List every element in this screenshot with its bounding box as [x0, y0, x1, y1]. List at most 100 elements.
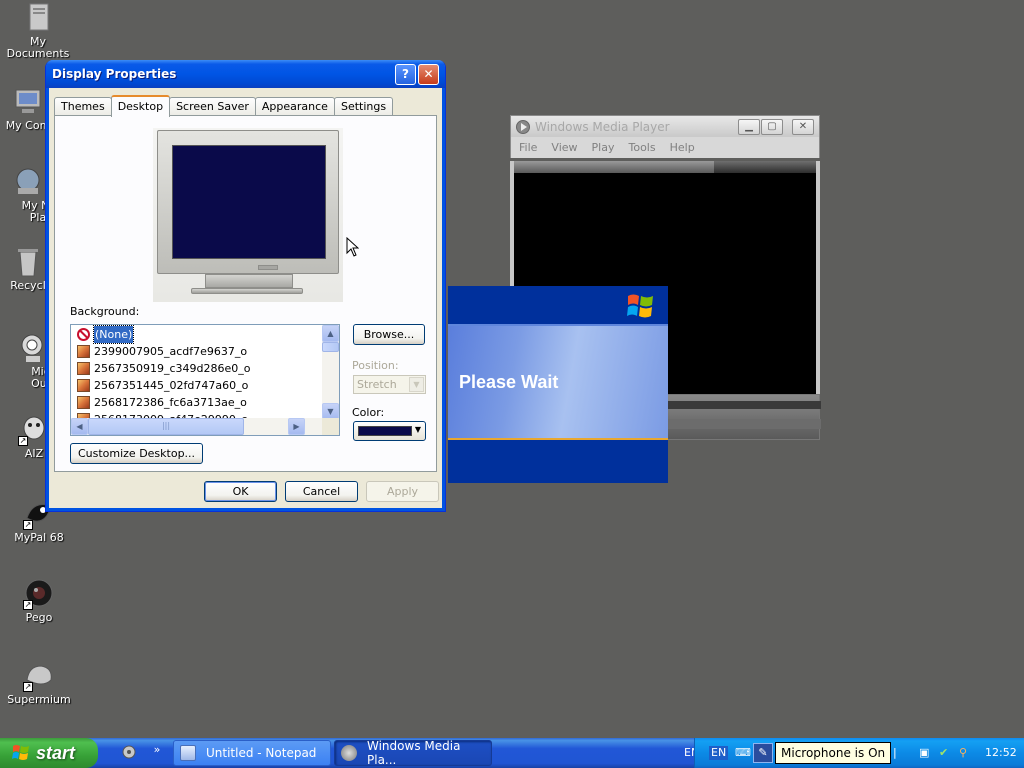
desktop-tab-panel: Background: (None) 2399007905_acdf7e9637… — [54, 115, 437, 472]
position-value: Stretch — [357, 378, 397, 391]
my-computer-icon — [12, 86, 44, 118]
position-select[interactable]: Stretch ▼ — [353, 375, 426, 394]
apply-button[interactable]: Apply — [366, 481, 439, 502]
clock[interactable]: 12:52 — [985, 738, 1017, 768]
background-listbox[interactable]: (None) 2399007905_acdf7e9637_o 256735091… — [70, 324, 340, 436]
video-toolstrip — [514, 161, 816, 173]
desktop-icon-my-documents[interactable]: My Documents — [0, 2, 76, 60]
list-item[interactable]: (None) — [73, 325, 321, 344]
list-item[interactable]: 2568172386_fc6a3713ae_o — [73, 394, 321, 411]
tray-separator: | — [893, 746, 897, 759]
supermium-icon: ↗ — [23, 660, 55, 692]
preview-screen — [172, 145, 326, 259]
media-player-titlebar[interactable]: Windows Media Player ▁ ▢ ✕ — [510, 115, 820, 137]
chevron-down-icon: ▼ — [414, 425, 421, 434]
browse-button[interactable]: Browse... — [353, 324, 425, 345]
ok-button[interactable]: OK — [204, 481, 277, 502]
customize-desktop-button[interactable]: Customize Desktop... — [70, 443, 203, 464]
color-picker-button[interactable]: ▼ — [353, 421, 426, 441]
list-item-label: 2568172386_fc6a3713ae_o — [94, 396, 247, 409]
keyboard-icon[interactable]: ⌨ — [735, 738, 751, 768]
microphone-icon[interactable]: ✎ — [753, 743, 773, 763]
menu-play[interactable]: Play — [592, 141, 615, 154]
maximize-icon: ▢ — [767, 121, 777, 132]
chevron-left-icon: ◀ — [76, 422, 83, 431]
windows-logo-icon — [12, 745, 29, 760]
scroll-up-button[interactable]: ▲ — [322, 325, 339, 342]
close-button[interactable]: ✕ — [418, 63, 439, 85]
cancel-button[interactable]: Cancel — [285, 481, 358, 502]
minimize-button[interactable]: ▁ — [738, 118, 760, 135]
pego-icon: ↗ — [23, 578, 55, 610]
shortcut-arrow-icon: ↗ — [23, 682, 33, 692]
shortcut-arrow-icon: ↗ — [23, 520, 33, 530]
mouse-cursor-icon — [346, 237, 359, 257]
desktop-icon-label: Supermium — [7, 693, 71, 706]
menu-file[interactable]: File — [519, 141, 537, 154]
background-list: (None) 2399007905_acdf7e9637_o 256735091… — [73, 325, 321, 428]
splash-header — [448, 286, 668, 326]
list-item-label: 2567350919_c349d286e0_o — [94, 362, 251, 375]
scroll-right-button[interactable]: ▶ — [288, 418, 305, 435]
menu-help[interactable]: Help — [670, 141, 695, 154]
maximize-button[interactable]: ▢ — [761, 118, 783, 135]
desktop-icon-pego[interactable]: ↗ Pego — [1, 578, 77, 624]
close-button[interactable]: ✕ — [792, 118, 814, 135]
close-icon: ✕ — [798, 121, 808, 132]
tab-screen-saver[interactable]: Screen Saver — [169, 97, 256, 116]
desktop-icon-label: My Documents — [6, 35, 70, 60]
list-item[interactable]: 2567351445_02fd747a60_o — [73, 377, 321, 394]
shortcut-arrow-icon: ↗ — [23, 600, 33, 610]
start-button[interactable]: start — [0, 738, 98, 768]
horizontal-scrollbar[interactable]: ◀ ||| ▶ — [71, 418, 322, 435]
windows-logo-icon — [627, 294, 653, 318]
desktop-icon-label: MyPal 68 — [14, 531, 64, 544]
monitor-base — [191, 288, 303, 294]
color-swatch — [358, 426, 412, 436]
scroll-left-button[interactable]: ◀ — [71, 418, 88, 435]
image-file-icon — [77, 379, 90, 392]
menu-tools[interactable]: Tools — [628, 141, 655, 154]
scroll-thumb[interactable]: ||| — [88, 418, 244, 435]
list-item-label: 2567351445_02fd747a60_o — [94, 379, 249, 392]
menu-view[interactable]: View — [551, 141, 577, 154]
display-properties-window[interactable]: Display Properties ? ✕ Themes Desktop Sc… — [45, 60, 446, 512]
quicklaunch-expand-icon[interactable]: » — [148, 741, 166, 759]
notepad-icon — [180, 745, 196, 761]
media-player-title: Windows Media Player — [535, 119, 670, 134]
search-icon[interactable]: ⚲ — [959, 738, 967, 768]
scroll-thumb[interactable] — [322, 342, 339, 352]
list-item[interactable]: 2399007905_acdf7e9637_o — [73, 343, 321, 360]
quicklaunch-app-icon[interactable] — [120, 744, 138, 762]
safely-remove-icon[interactable]: ✔ — [939, 738, 948, 768]
help-button[interactable]: ? — [395, 63, 416, 85]
language-bar-button[interactable]: EN — [709, 738, 729, 768]
list-item[interactable]: 2567350919_c349d286e0_o — [73, 360, 321, 377]
tab-settings[interactable]: Settings — [333, 97, 394, 116]
tab-appearance[interactable]: Appearance — [254, 97, 335, 116]
image-file-icon — [77, 362, 90, 375]
folder-documents-icon — [22, 2, 54, 34]
shortcut-arrow-icon: ↗ — [18, 436, 28, 446]
desktop-icon-supermium[interactable]: ↗ Supermium — [1, 660, 77, 706]
network-icon[interactable]: ▣ — [919, 738, 929, 768]
taskbar-button-media-player[interactable]: Windows Media Pla... — [334, 739, 492, 767]
monitor-stand — [205, 274, 293, 288]
chevron-up-icon: ▲ — [327, 329, 334, 338]
microphone-tooltip: Microphone is On — [775, 742, 892, 764]
color-label: Color: — [352, 406, 385, 419]
list-item-label: 2399007905_acdf7e9637_o — [94, 345, 248, 358]
chevron-down-icon: ▼ — [409, 377, 424, 392]
outlook-icon — [16, 332, 48, 364]
list-item-label: (None) — [92, 325, 135, 344]
start-label: start — [36, 742, 76, 763]
tab-strip: Themes Desktop Screen Saver Appearance S… — [54, 95, 394, 117]
help-icon: ? — [402, 67, 409, 81]
monitor-icon — [157, 130, 339, 274]
taskbar-button-notepad[interactable]: Untitled - Notepad — [173, 740, 331, 766]
tab-desktop[interactable]: Desktop — [110, 95, 171, 117]
display-properties-titlebar[interactable]: Display Properties ? ✕ — [46, 60, 445, 88]
tab-themes[interactable]: Themes — [54, 97, 112, 116]
vertical-scrollbar[interactable]: ▲ ▼ — [322, 325, 339, 420]
chevron-right-icon: ▶ — [293, 422, 300, 431]
